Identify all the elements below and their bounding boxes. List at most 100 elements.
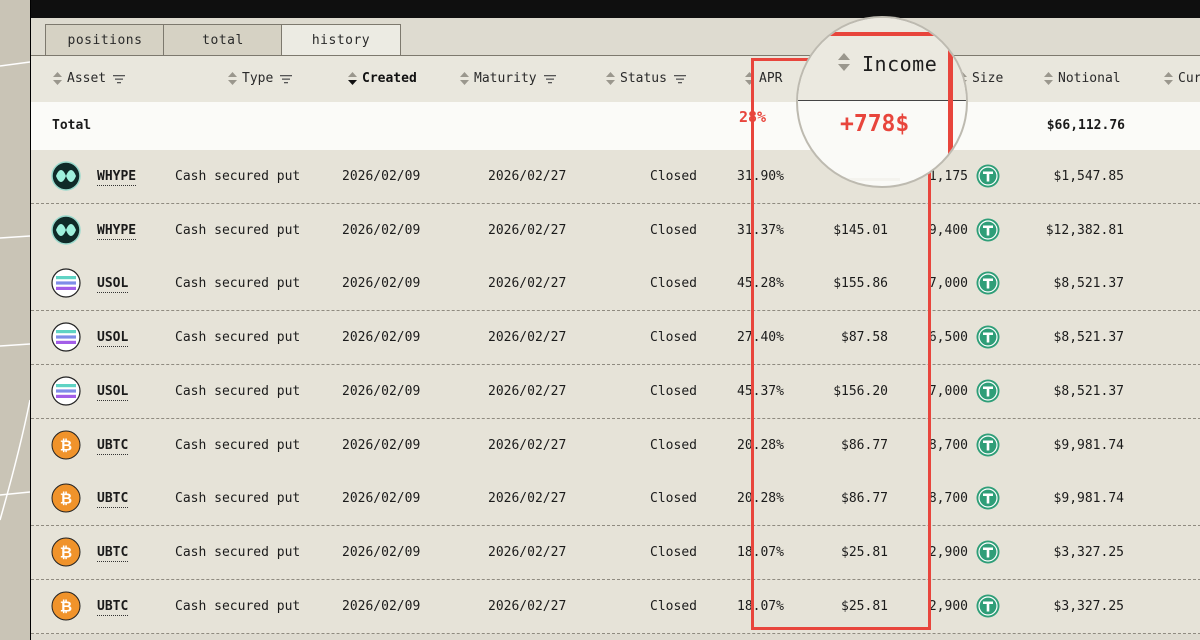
tab-positions[interactable]: positions: [45, 24, 165, 56]
sort-icon: [53, 72, 62, 85]
maturity-cell: 2026/02/27: [488, 222, 567, 238]
column-header-notional[interactable]: Notional: [1044, 56, 1121, 102]
table-row[interactable]: USOL Cash secured put 2026/02/09 2026/02/27…: [31, 257, 1200, 312]
zoom-highlight-edge: [828, 32, 966, 36]
status-cell: Closed: [650, 437, 697, 453]
asset-link[interactable]: WHYPE: [97, 204, 137, 257]
tab-total[interactable]: total: [163, 24, 283, 56]
sort-icon: [1164, 72, 1173, 85]
asset-link[interactable]: UBTC: [97, 580, 129, 633]
tab-history[interactable]: history: [281, 24, 401, 57]
status-cell: Closed: [650, 383, 697, 399]
asset-link[interactable]: UBTC: [97, 526, 129, 579]
table-header: Asset Type Created Maturity Status APR S…: [31, 56, 1200, 103]
ubtc-icon: ₿: [51, 526, 83, 579]
table-row[interactable]: ₿ UBTC Cash secured put 2026/02/09 2026/02/2…: [31, 418, 1200, 473]
column-header-status[interactable]: Status: [606, 56, 686, 102]
created-cell: 2026/02/09: [342, 491, 421, 507]
column-label: Cur: [1178, 71, 1200, 86]
size-cell: 2,900: [928, 598, 968, 614]
income-zoom-magnifier: Income +778$: [798, 18, 966, 186]
created-cell: 2026/02/09: [342, 383, 421, 399]
maturity-cell: 2026/02/27: [488, 330, 567, 346]
type-cell: Cash secured put: [175, 598, 301, 614]
income-cell: $145.01: [833, 222, 888, 238]
apr-cell: 45.28%: [737, 276, 784, 292]
notional-cell: $12,382.81: [1045, 222, 1124, 238]
type-cell: Cash secured put: [175, 330, 301, 346]
apr-cell: 31.37%: [737, 222, 784, 238]
ubtc-icon: ₿: [51, 419, 83, 472]
zoom-income-header: Income: [862, 52, 938, 76]
sort-icon: [228, 72, 237, 85]
size-cell: 7,000: [928, 276, 968, 292]
column-header-currency[interactable]: Cur: [1164, 56, 1200, 102]
column-label: Notional: [1058, 71, 1121, 86]
column-label: Status: [620, 71, 667, 86]
column-header-created[interactable]: Created: [348, 56, 417, 102]
filter-icon: [673, 74, 686, 83]
background-chart-strip: [0, 0, 30, 640]
column-header-maturity[interactable]: Maturity: [460, 56, 556, 102]
whype-icon: [51, 150, 83, 203]
created-cell: 2026/02/09: [342, 222, 421, 238]
column-header-asset[interactable]: Asset: [53, 56, 126, 102]
notional-cell: $8,521.37: [1053, 330, 1124, 346]
asset-link[interactable]: UBTC: [97, 472, 129, 525]
whype-icon: [51, 204, 83, 257]
size-cell: 6,500: [928, 330, 968, 346]
table-row[interactable]: ₿ UBTC Cash secured put 2026/02/09 2026/02/2…: [31, 579, 1200, 634]
table-row[interactable]: ₿ UBTC Cash secured put 2026/02/09 2026/02/2…: [31, 525, 1200, 580]
created-cell: 2026/02/09: [342, 276, 421, 292]
table-row[interactable]: USOL Cash secured put 2026/02/09 2026/02/27…: [31, 364, 1200, 419]
asset-link[interactable]: UBTC: [97, 419, 129, 472]
income-cell: $155.86: [833, 276, 888, 292]
type-cell: Cash secured put: [175, 491, 301, 507]
asset-link[interactable]: USOL: [97, 311, 129, 364]
created-cell: 2026/02/09: [342, 437, 421, 453]
created-cell: 2026/02/09: [342, 544, 421, 560]
asset-link[interactable]: WHYPE: [97, 150, 137, 203]
filter-icon: [113, 74, 126, 83]
column-label: Created: [362, 71, 417, 86]
maturity-cell: 2026/02/27: [488, 598, 567, 614]
filter-icon: [280, 74, 293, 83]
table-row[interactable]: ₿ UBTC Cash secured put 2026/02/09 2026/02/2…: [31, 472, 1200, 527]
table-row[interactable]: USOL Cash secured put 2026/02/09 2026/02/27…: [31, 311, 1200, 366]
maturity-cell: 2026/02/27: [488, 491, 567, 507]
created-cell: 2026/02/09: [342, 598, 421, 614]
column-label: APR: [759, 71, 783, 86]
type-cell: Cash secured put: [175, 383, 301, 399]
apr-cell: 20.28%: [737, 491, 784, 507]
status-cell: Closed: [650, 598, 697, 614]
sort-icon: [460, 72, 469, 85]
zoom-total-income: +778$: [840, 111, 910, 137]
asset-link[interactable]: USOL: [97, 365, 129, 418]
table-row[interactable]: WHYPE Cash secured put 2026/02/09 2026/02/2…: [31, 150, 1200, 204]
sort-icon: [606, 72, 615, 85]
notional-cell: $8,521.37: [1053, 383, 1124, 399]
size-cell: 8,700: [928, 491, 968, 507]
type-cell: Cash secured put: [175, 169, 301, 184]
total-row: Total 28% $66,112.76: [31, 102, 1200, 151]
total-apr: 28%: [739, 108, 767, 126]
notional-cell: $1,547.85: [1053, 169, 1124, 184]
income-cell: $86.77: [841, 491, 888, 507]
notional-cell: $9,981.74: [1053, 491, 1124, 507]
ubtc-icon: ₿: [51, 472, 83, 525]
usol-icon: [51, 311, 83, 364]
maturity-cell: 2026/02/27: [488, 544, 567, 560]
column-header-type[interactable]: Type: [228, 56, 293, 102]
apr-cell: 18.07%: [737, 598, 784, 614]
zoom-underline: [844, 178, 900, 181]
svg-text:₿: ₿: [60, 436, 72, 454]
column-header-apr[interactable]: APR: [745, 56, 782, 102]
size-cell: 7,000: [928, 383, 968, 399]
size-cell: 9,400: [928, 222, 968, 238]
top-bar: [31, 0, 1200, 18]
status-cell: Closed: [650, 544, 697, 560]
status-cell: Closed: [650, 222, 697, 238]
table-row[interactable]: WHYPE Cash secured put 2026/02/09 2026/02/2…: [31, 203, 1200, 258]
asset-link[interactable]: USOL: [97, 257, 129, 310]
type-cell: Cash secured put: [175, 276, 301, 292]
